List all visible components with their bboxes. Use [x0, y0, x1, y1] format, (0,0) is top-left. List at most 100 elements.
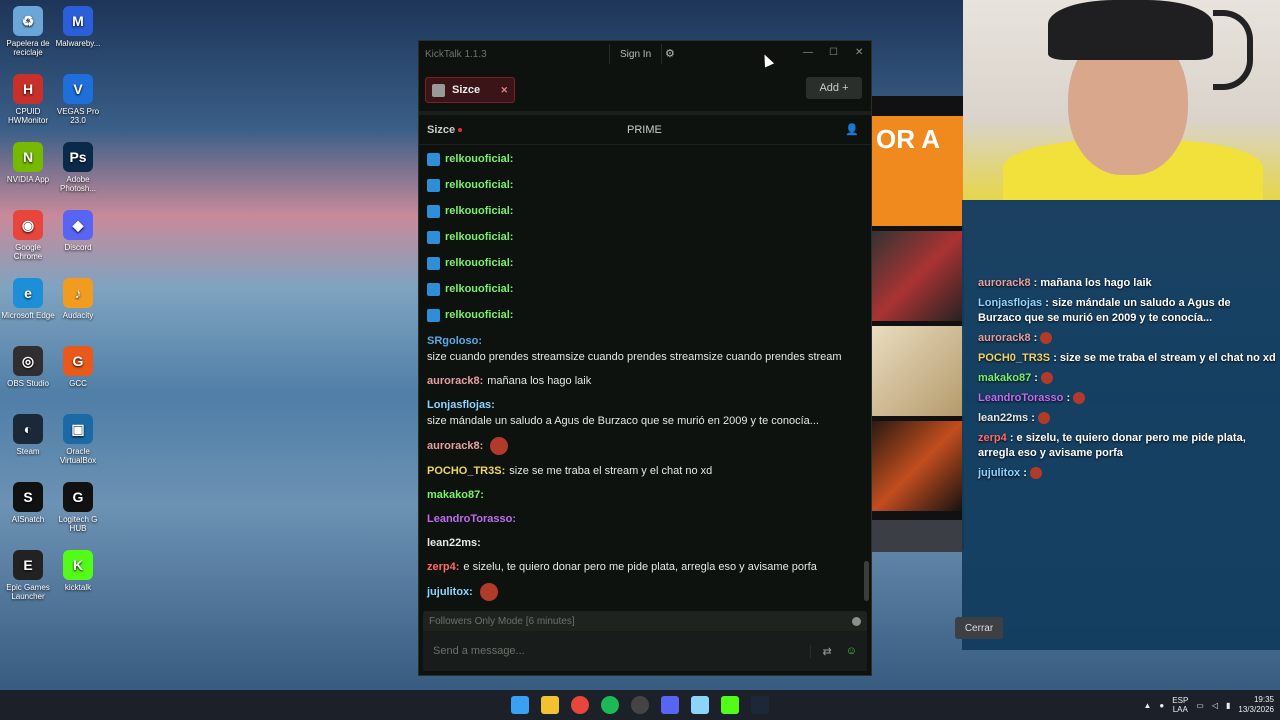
chat-username[interactable]: aurorack8: [427, 438, 483, 454]
translate-icon[interactable]: ⇄ [823, 645, 832, 658]
chat-username[interactable]: jujulitox: [427, 584, 473, 600]
chat-message[interactable]: relkouoficial: [427, 255, 859, 271]
overlay-username: jujulitox [978, 467, 1021, 479]
chat-message[interactable]: Lonjasflojas: size mándale un saludo a Ag… [427, 397, 859, 429]
spotify-icon[interactable] [601, 696, 619, 714]
kicktalk-icon[interactable] [721, 696, 739, 714]
obs-icon[interactable] [631, 696, 649, 714]
chat-username[interactable]: relkouoficial: [445, 255, 513, 271]
desktop-icon[interactable]: G Logitech G HUB [51, 482, 105, 533]
overlay-text: : [1066, 392, 1071, 404]
chat-message[interactable]: aurorack8: [427, 437, 859, 455]
steam-icon[interactable] [751, 696, 769, 714]
desktop-icon[interactable]: ◉ Google Chrome [1, 210, 55, 261]
chat-messages[interactable]: relkouoficial: relkouoficial: relkouoficia… [419, 151, 867, 605]
chat-message[interactable]: makako87: [427, 487, 859, 503]
desktop-icon-label: Oracle VirtualBox [59, 447, 97, 465]
desktop-icon[interactable]: ▣ Oracle VirtualBox [51, 414, 105, 465]
chat-username[interactable]: relkouoficial: [445, 229, 513, 245]
chat-message[interactable]: relkouoficial: [427, 281, 859, 297]
chat-mode-bar: Followers Only Mode [6 minutes] [423, 611, 867, 631]
chrome-icon[interactable] [571, 696, 589, 714]
start-icon[interactable] [511, 696, 529, 714]
chat-message[interactable]: jujulitox: [427, 583, 859, 601]
desktop-icon[interactable]: V VEGAS Pro 23.0 [51, 74, 105, 125]
overlay-text: : [1033, 332, 1038, 344]
tab-sizce[interactable]: Sizce ✕ [425, 77, 515, 103]
desktop-icon[interactable]: ◐ Steam [1, 414, 55, 456]
notepad-icon[interactable] [691, 696, 709, 714]
chat-username[interactable]: POCHO_TR3S: [427, 463, 505, 479]
user-icon[interactable]: 👤 [845, 123, 859, 136]
desktop-icon[interactable]: G GCC [51, 346, 105, 388]
chat-username[interactable]: zerp4: [427, 559, 459, 575]
desktop-icon[interactable]: Ps Adobe Photosh... [51, 142, 105, 193]
chat-username[interactable]: aurorack8: [427, 373, 483, 389]
message-input[interactable]: Send a message... ⇄ ☺ [423, 631, 867, 671]
desktop-icon[interactable]: S AISnatch [1, 482, 55, 524]
desktop-icon[interactable]: E Epic Games Launcher [1, 550, 55, 601]
chat-username[interactable]: makako87: [427, 487, 484, 503]
desktop-icon[interactable]: N NVIDIA App [1, 142, 55, 184]
language-indicator[interactable]: ESP LAA [1172, 696, 1188, 714]
game-thumbnail[interactable] [872, 421, 964, 511]
chat-message[interactable]: lean22ms: [427, 535, 859, 551]
minimize-icon[interactable]: — [803, 47, 813, 58]
desktop-icon-label: CPUID HWMonitor [7, 107, 48, 125]
overlay-username: makako87 [978, 372, 1032, 384]
desktop-icon[interactable]: Kkicktalk [51, 550, 105, 592]
game-thumbnail[interactable] [872, 326, 964, 416]
chat-message[interactable]: relkouoficial: [427, 151, 859, 167]
clock[interactable]: 19:35 13/3/2026 [1238, 695, 1274, 715]
chevron-up-icon[interactable]: ▲ [1144, 701, 1152, 710]
game-thumbnail[interactable] [872, 231, 964, 321]
desktop-icon[interactable]: ◆ Discord [51, 210, 105, 252]
folder-icon[interactable] [541, 696, 559, 714]
info-icon[interactable] [852, 616, 861, 626]
chat-username[interactable]: relkouoficial: [445, 307, 513, 323]
chat-username[interactable]: relkouoficial: [445, 177, 513, 193]
chat-message[interactable]: relkouoficial: [427, 307, 859, 323]
chat-username[interactable]: SRgoloso: [427, 333, 482, 349]
maximize-icon[interactable]: ☐ [829, 47, 838, 58]
chat-username[interactable]: relkouoficial: [445, 203, 513, 219]
desktop-icon[interactable]: H CPUID HWMonitor [1, 74, 55, 125]
chat-username[interactable]: relkouoficial: [445, 281, 513, 297]
gear-icon[interactable]: ⚙ [665, 47, 675, 60]
chat-message[interactable]: relkouoficial: [427, 229, 859, 245]
subscriber-badge-icon [427, 282, 440, 296]
desktop-icon[interactable]: ◎ OBS Studio [1, 346, 55, 388]
chat-message[interactable]: SRgoloso: size cuando prendes streamsize … [427, 333, 859, 365]
desktop-icon[interactable]: M Malwareby... [51, 6, 105, 48]
battery-icon[interactable]: ▮ [1226, 701, 1230, 710]
app-icon: ◆ [63, 210, 93, 240]
chat-username[interactable]: lean22ms: [427, 535, 481, 551]
desktop-icon[interactable]: ♪ Audacity [51, 278, 105, 320]
chat-message[interactable]: POCHO_TR3S: size se me traba el stream y … [427, 463, 859, 479]
chat-username[interactable]: relkouoficial: [445, 151, 513, 167]
add-channel-button[interactable]: Add + [806, 77, 862, 99]
chat-message[interactable]: relkouoficial: [427, 203, 859, 219]
scrollbar[interactable] [864, 561, 869, 601]
volume-icon[interactable]: ◁ [1212, 701, 1218, 710]
desktop-icon-label: OBS Studio [7, 379, 49, 388]
network-icon[interactable]: ▭ [1196, 701, 1204, 710]
webcam-cap [1048, 0, 1213, 60]
chat-message[interactable]: aurorack8: mañana los hago laik [427, 373, 859, 389]
cerrar-button[interactable]: Cerrar [955, 617, 1003, 639]
mic-icon[interactable]: ● [1159, 701, 1164, 710]
desktop-icon[interactable]: e Microsoft Edge [1, 278, 55, 320]
desktop-icon[interactable]: ♻ Papelera de reciclaje [1, 6, 55, 57]
discord-icon[interactable] [661, 696, 679, 714]
chat-message[interactable]: zerp4: e sizelu, te quiero donar pero me … [427, 559, 859, 575]
emote-picker-icon[interactable]: ☺ [846, 645, 857, 658]
chat-message[interactable]: LeandroTorasso: [427, 511, 859, 527]
message-placeholder[interactable]: Send a message... [433, 645, 525, 657]
chat-username[interactable]: LeandroTorasso: [427, 511, 516, 527]
sign-in-button[interactable]: Sign In [609, 44, 663, 64]
chat-message[interactable]: relkouoficial: [427, 177, 859, 193]
overlay-chat: aurorack8 : mañana los hago laik Lonjasfl… [978, 276, 1276, 486]
close-icon[interactable]: ✕ [855, 47, 863, 58]
chat-username[interactable]: Lonjasflojas: [427, 397, 495, 413]
close-tab-icon[interactable]: ✕ [500, 85, 508, 96]
